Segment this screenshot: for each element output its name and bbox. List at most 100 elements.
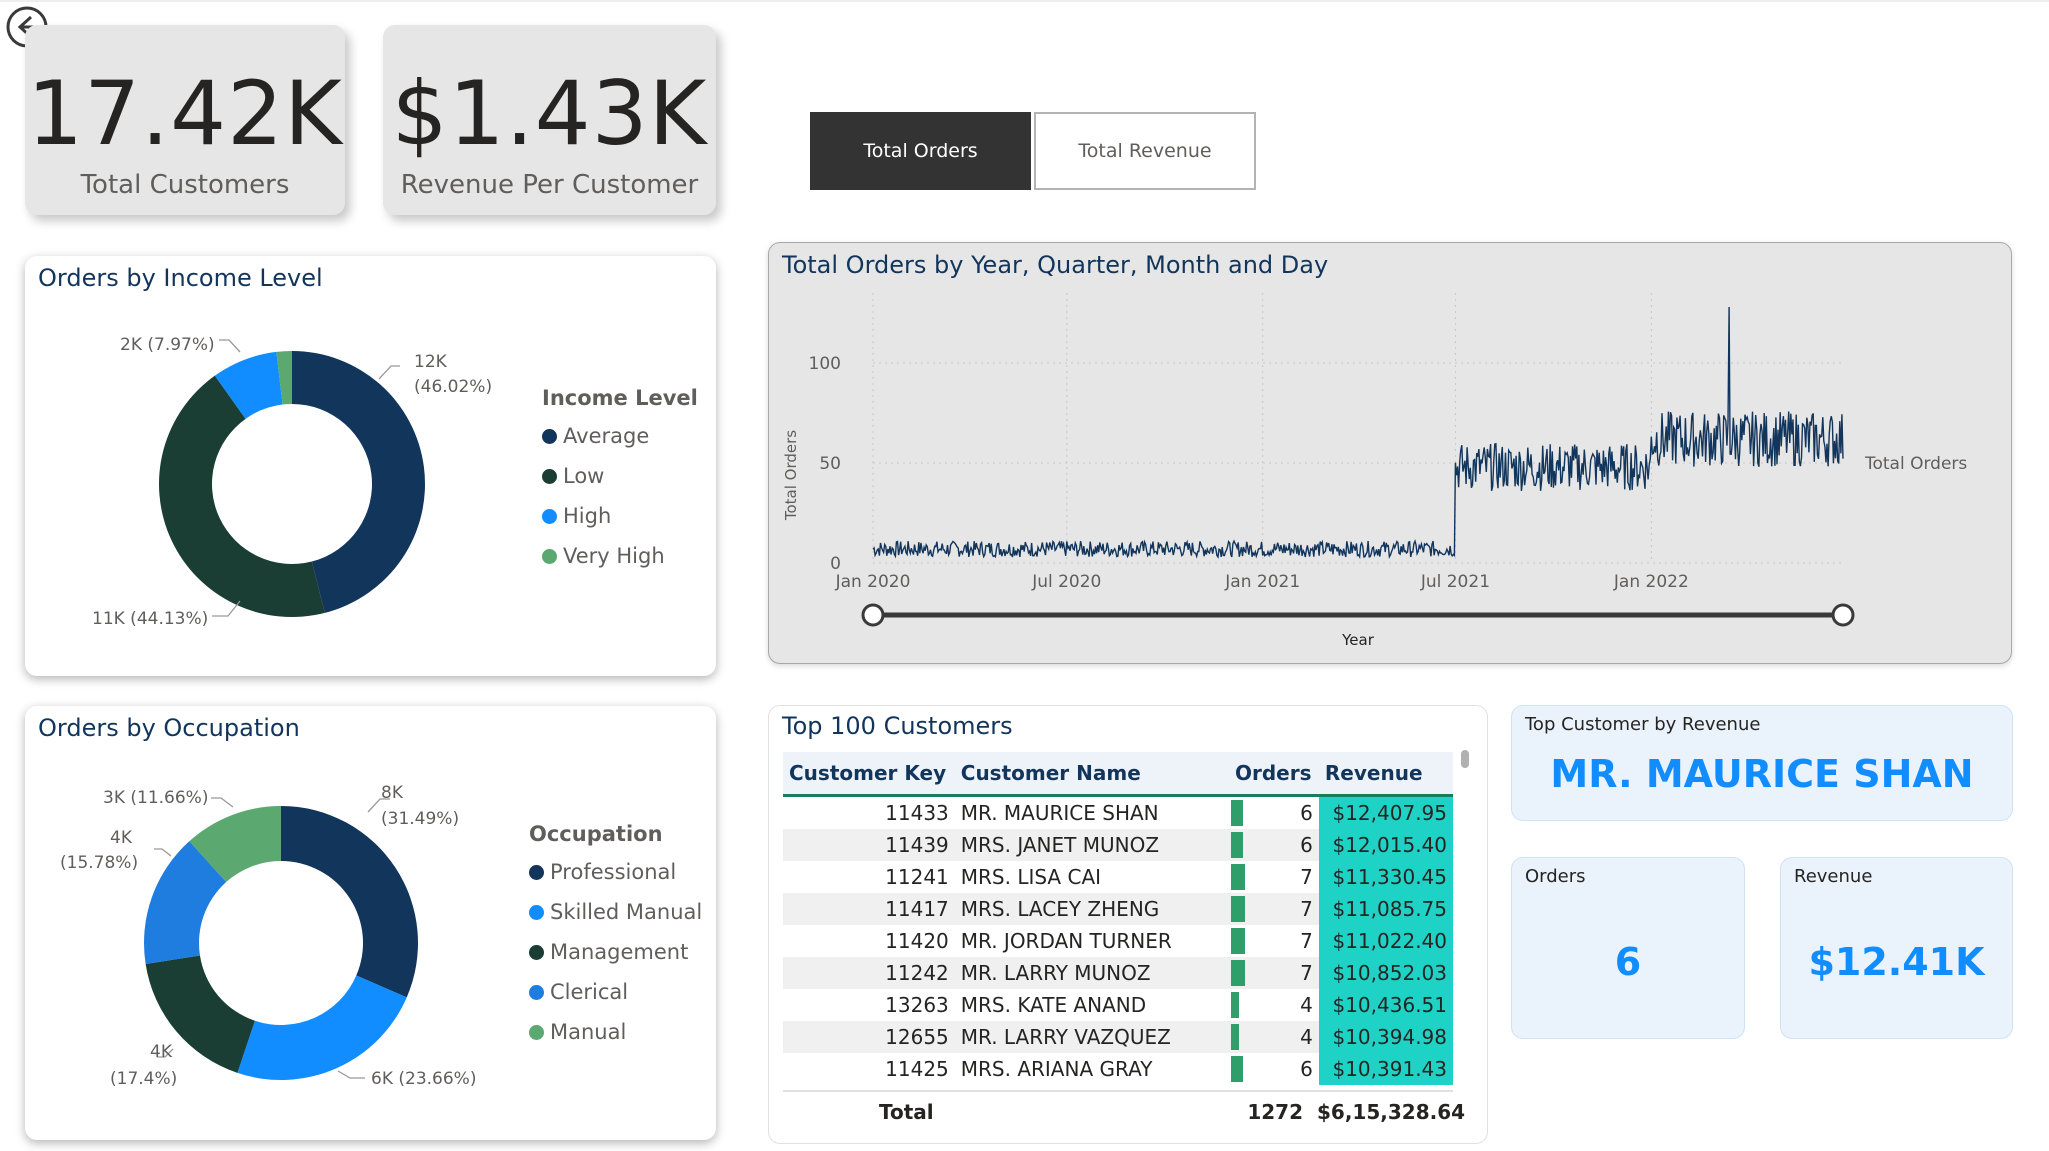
customer-name-cell: MRS. LACEY ZHENG bbox=[954, 893, 1229, 925]
orders-card: Orders 6 bbox=[1511, 857, 1745, 1039]
range-slider-end-handle[interactable] bbox=[1831, 603, 1855, 627]
donut-slice-skilled-manual[interactable] bbox=[237, 975, 407, 1080]
orders-cell: 7 bbox=[1229, 925, 1319, 957]
income-label-low: 11K (44.13%) bbox=[92, 609, 208, 629]
top-customers-table: Customer Key Customer Name Orders Revenu… bbox=[783, 752, 1453, 1085]
series-end-label: Total Orders bbox=[1864, 454, 1967, 474]
top-customer-card: Top Customer by Revenue MR. MAURICE SHAN bbox=[1511, 705, 2013, 821]
column-header-revenue[interactable]: Revenue bbox=[1318, 752, 1453, 797]
table-row[interactable]: 13263 MRS. KATE ANAND 4 $10,436.51 bbox=[783, 989, 1453, 1021]
revenue-cell: $10,391.43 bbox=[1318, 1053, 1453, 1085]
legend-label: Very High bbox=[563, 544, 665, 568]
kpi-value: $1.43K bbox=[391, 62, 708, 165]
orders-line-chart: 0 50 100 Jan 2020 Jul 2020 Jan 2021 Jul 2021 Ja… bbox=[782, 293, 1967, 649]
customer-name-cell: MRS. JANET MUNOZ bbox=[954, 829, 1229, 861]
total-orders-button[interactable]: Total Orders bbox=[810, 112, 1031, 190]
donut-slice-professional[interactable] bbox=[281, 806, 419, 998]
table-row[interactable]: 11420 MR. JORDAN TURNER 7 $11,022.40 bbox=[783, 925, 1453, 957]
orders-cell: 7 bbox=[1229, 893, 1319, 925]
revenue-card: Revenue $12.41K bbox=[1780, 857, 2013, 1039]
table-row[interactable]: 12655 MR. LARRY VAZQUEZ 4 $10,394.98 bbox=[783, 1021, 1453, 1053]
table-row[interactable]: 11417 MRS. LACEY ZHENG 7 $11,085.75 bbox=[783, 893, 1453, 925]
occupation-legend: Occupation Professional Skilled Manual M… bbox=[529, 822, 702, 1052]
table-title: Top 100 Customers bbox=[782, 712, 1013, 740]
legend-label: Skilled Manual bbox=[550, 900, 703, 924]
occupation-label-professional: 8K bbox=[381, 783, 404, 803]
customer-key-cell: 11241 bbox=[885, 865, 949, 889]
revenue-cell: $10,436.51 bbox=[1318, 989, 1453, 1021]
table-row[interactable]: 11425 MRS. ARIANA GRAY 6 $10,391.43 bbox=[783, 1053, 1453, 1085]
revenue-cell: $10,852.03 bbox=[1318, 957, 1453, 989]
total-revenue-button[interactable]: Total Revenue bbox=[1034, 112, 1256, 190]
revenue-cell: $12,407.95 bbox=[1318, 795, 1453, 829]
top-customers-card: Top 100 Customers Customer Key Customer … bbox=[768, 705, 1488, 1144]
orders-cell: 6 bbox=[1229, 1053, 1319, 1085]
kpi-label: Total Customers bbox=[80, 170, 290, 200]
legend-item-average[interactable]: Average bbox=[542, 416, 698, 456]
customer-key-cell: 11433 bbox=[885, 801, 949, 825]
y-tick-label: 50 bbox=[819, 454, 841, 474]
table-row[interactable]: 11433 MR. MAURICE SHAN 6 $12,407.95 bbox=[783, 795, 1453, 830]
card-caption: Revenue bbox=[1794, 866, 1873, 887]
legend-item-clerical[interactable]: Clerical bbox=[529, 972, 702, 1012]
legend-dot bbox=[529, 944, 544, 960]
orders-cell: 7 bbox=[1229, 957, 1319, 989]
customer-key-cell: 11417 bbox=[783, 893, 955, 925]
occupation-card: Orders by Occupation 8K (31.49%) 6K (23.… bbox=[25, 706, 716, 1140]
orders-cell: 4 bbox=[1229, 989, 1319, 1021]
legend-item-manual[interactable]: Manual bbox=[529, 1012, 702, 1052]
orders-value: 7 bbox=[1300, 961, 1313, 985]
legend-item-professional[interactable]: Professional bbox=[529, 852, 702, 892]
y-tick-label: 0 bbox=[830, 554, 841, 574]
table-row[interactable]: 11242 MR. LARRY MUNOZ 7 $10,852.03 bbox=[783, 957, 1453, 989]
orders-timeline-card: Total Orders by Year, Quarter, Month and… bbox=[768, 242, 2012, 664]
legend-item-high[interactable]: High bbox=[542, 496, 698, 536]
kpi-total-customers: 17.42K Total Customers bbox=[25, 25, 345, 215]
orders-data-bar bbox=[1231, 992, 1239, 1018]
revenue-cell: $11,022.40 bbox=[1318, 925, 1453, 957]
range-slider-start-handle[interactable] bbox=[861, 603, 885, 627]
orders-cell: 7 bbox=[1229, 861, 1319, 893]
occupation-label-clerical: 4K bbox=[110, 828, 133, 848]
customer-key-cell: 11425 bbox=[885, 1057, 949, 1081]
top-border bbox=[0, 0, 2049, 2]
orders-data-bar bbox=[1231, 832, 1243, 858]
legend-label: Clerical bbox=[550, 980, 629, 1004]
legend-label: High bbox=[563, 504, 612, 528]
legend-label: Low bbox=[563, 464, 605, 488]
orders-value: 6 bbox=[1300, 833, 1313, 857]
column-header-customer-key[interactable]: Customer Key bbox=[783, 752, 955, 797]
customer-name-cell: MR. LARRY VAZQUEZ bbox=[954, 1021, 1229, 1053]
table-row[interactable]: 11439 MRS. JANET MUNOZ 6 $12,015.40 bbox=[783, 829, 1453, 861]
customer-key-cell: 11242 bbox=[783, 957, 955, 989]
orders-data-bar bbox=[1231, 896, 1245, 922]
legend-label: Average bbox=[563, 424, 650, 448]
legend-item-skilled-manual[interactable]: Skilled Manual bbox=[529, 892, 702, 932]
customer-name-cell: MR. LARRY MUNOZ bbox=[954, 957, 1229, 989]
customer-key-cell: 11420 bbox=[885, 929, 949, 953]
total-orders: 1272 bbox=[1247, 1100, 1303, 1124]
customer-key-cell: 11439 bbox=[783, 829, 955, 861]
table-scrollbar[interactable] bbox=[1461, 750, 1469, 768]
customer-name-cell: MRS. KATE ANAND bbox=[960, 993, 1147, 1017]
income-label-average: 12K bbox=[414, 352, 448, 372]
legend-dot bbox=[529, 904, 544, 920]
x-tick-label: Jan 2022 bbox=[1613, 572, 1689, 592]
revenue-value: $12.41K bbox=[1808, 940, 1985, 984]
income-label-very-high: 2K (7.97%) bbox=[120, 335, 215, 355]
orders-cell: 4 bbox=[1229, 1021, 1319, 1053]
column-header-customer-name[interactable]: Customer Name bbox=[954, 752, 1229, 797]
legend-item-management[interactable]: Management bbox=[529, 932, 702, 972]
orders-value: 7 bbox=[1300, 897, 1313, 921]
total-revenue: $6,15,328.64 bbox=[1317, 1100, 1466, 1124]
orders-cell: 6 bbox=[1229, 796, 1319, 830]
legend-item-very-high[interactable]: Very High bbox=[542, 536, 698, 576]
legend-dot bbox=[529, 864, 544, 880]
legend-item-low[interactable]: Low bbox=[542, 456, 698, 496]
legend-dot bbox=[542, 508, 557, 524]
orders-cell: 6 bbox=[1229, 829, 1319, 861]
orders-value: 6 bbox=[1300, 1057, 1313, 1081]
table-row[interactable]: 11241 MRS. LISA CAI 7 $11,330.45 bbox=[783, 861, 1453, 893]
column-header-orders[interactable]: Orders bbox=[1229, 752, 1319, 797]
orders-value: 4 bbox=[1300, 1025, 1313, 1049]
